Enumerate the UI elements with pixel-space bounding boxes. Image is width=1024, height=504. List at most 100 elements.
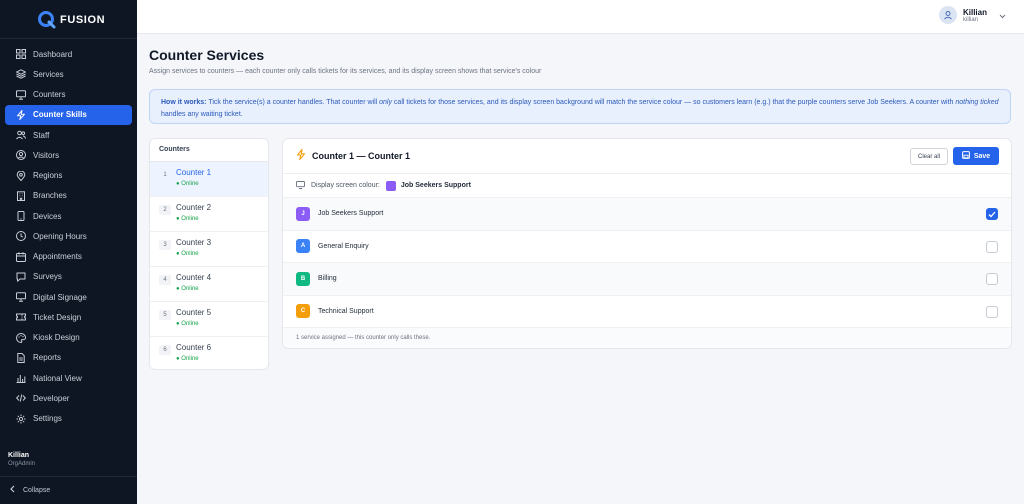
check-icon	[988, 211, 996, 217]
info-text: Tick the service(s) a counter handles. T…	[206, 99, 380, 106]
counter-list: 1 Counter 1 ● Online 2 Counter 2 ● Online…	[150, 162, 268, 369]
user-handle: killian	[962, 16, 978, 23]
counter-item[interactable]: 4 Counter 4 ● Online	[150, 267, 268, 302]
counter-status: ● Online	[176, 251, 199, 257]
sidebar-item-label: Visitors	[33, 150, 60, 160]
counter-item[interactable]: 1 Counter 1 ● Online	[150, 162, 268, 197]
info-emphasis: only	[379, 99, 392, 106]
services-panel: Counter 1 — Counter 1 Clear all Save Dis…	[282, 138, 1012, 349]
tablet-icon	[16, 211, 26, 222]
info-emphasis: nothing ticked	[955, 99, 999, 106]
chat-icon	[16, 272, 26, 282]
clear-all-button[interactable]: Clear all	[910, 148, 948, 165]
sidebar-item-label: Opening Hours	[33, 231, 87, 241]
sidebar-item-opening-hours[interactable]: Opening Hours	[5, 226, 132, 246]
service-name: Billing	[318, 275, 337, 283]
sidebar-item-label: National View	[33, 373, 82, 383]
sidebar-item-reports[interactable]: Reports	[5, 348, 132, 368]
sidebar-item-label: Services	[33, 69, 64, 79]
sidebar-item-devices[interactable]: Devices	[5, 206, 132, 226]
app-root: FUSION Dashboard Services Counters Counter …	[0, 0, 1024, 504]
sidebar-user-role: OrgAdmin	[8, 461, 36, 467]
collapse-button[interactable]: Collapse	[9, 485, 50, 495]
save-button[interactable]: Save	[953, 147, 999, 165]
sidebar-item-counters[interactable]: Counters	[5, 85, 132, 105]
sidebar-item-appointments[interactable]: Appointments	[5, 247, 132, 267]
service-checkbox[interactable]	[986, 305, 998, 318]
sidebar-nav: Dashboard Services Counters Counter Skills S…	[0, 44, 137, 429]
sidebar-item-label: Reports	[33, 353, 62, 363]
counter-status: ● Online	[176, 181, 199, 187]
avatar	[938, 6, 957, 24]
assignment-summary: 1 service assigned — this counter only c…	[283, 328, 1011, 348]
service-list: J Job Seekers Support A General Enquiry …	[283, 198, 1011, 328]
service-row[interactable]: C Technical Support	[283, 296, 1011, 328]
sidebar-item-surveys[interactable]: Surveys	[5, 267, 132, 287]
info-text: call tickets for those services, and its…	[391, 99, 956, 106]
counter-item[interactable]: 6 Counter 6 ● Online	[150, 337, 268, 369]
counter-status: ● Online	[176, 286, 199, 292]
sidebar-item-label: Counters	[33, 90, 66, 100]
counter-item[interactable]: 5 Counter 5 ● Online	[150, 302, 268, 337]
service-checkbox[interactable]	[986, 208, 998, 220]
sidebar-item-regions[interactable]: Regions	[5, 166, 132, 186]
brand-name: FUSION	[60, 14, 106, 26]
sidebar-item-settings[interactable]: Settings	[5, 409, 132, 429]
counter-number: 1	[163, 172, 167, 178]
sidebar-item-national-view[interactable]: National View	[5, 368, 132, 388]
service-name: Job Seekers Support	[318, 210, 384, 218]
logo[interactable]: FUSION	[37, 9, 105, 31]
grid-icon	[16, 49, 26, 60]
sidebar-item-label: Dashboard	[33, 49, 73, 59]
sidebar-item-staff[interactable]: Staff	[5, 125, 132, 145]
service-checkbox[interactable]	[986, 240, 998, 253]
monitor-icon	[16, 292, 26, 302]
services-header: Counter 1 — Counter 1 Clear all Save	[283, 139, 1011, 174]
info-banner: How it works: Tick the service(s) a coun…	[149, 89, 1011, 124]
sidebar-item-label: Branches	[33, 191, 67, 201]
sidebar-item-digital-signage[interactable]: Digital Signage	[5, 287, 132, 307]
clock-icon	[16, 231, 26, 242]
sidebar-user: Killian OrgAdmin	[8, 452, 35, 467]
sidebar-item-label: Developer	[33, 393, 70, 403]
sidebar-item-label: Counter Skills	[33, 110, 87, 120]
topbar: Killian killian	[137, 0, 1024, 34]
counter-number: 4	[159, 275, 171, 285]
service-name: General Enquiry	[318, 242, 369, 250]
service-row[interactable]: B Billing	[283, 263, 1011, 296]
sidebar-item-label: Ticket Design	[33, 312, 82, 322]
counter-name: Counter 6	[176, 343, 212, 352]
sidebar-divider	[0, 476, 137, 477]
sidebar-item-branches[interactable]: Branches	[5, 186, 132, 206]
service-row[interactable]: J Job Seekers Support	[283, 198, 1011, 231]
service-checkbox[interactable]	[986, 273, 998, 285]
palette-icon	[16, 332, 26, 343]
bar-chart-icon	[16, 373, 26, 384]
ticket-icon	[16, 312, 26, 322]
page-title: Counter Services	[149, 47, 265, 63]
service-row[interactable]: A General Enquiry	[283, 231, 1011, 263]
save-icon	[961, 151, 970, 161]
sidebar: FUSION Dashboard Services Counters Counter …	[0, 0, 137, 504]
counter-item[interactable]: 3 Counter 3 ● Online	[150, 232, 268, 267]
gear-icon	[16, 414, 26, 424]
code-icon	[16, 393, 26, 403]
service-name: Technical Support	[318, 307, 374, 315]
collapse-label: Collapse	[23, 486, 51, 494]
service-badge: J	[296, 206, 310, 221]
user-menu[interactable]: Killian killian	[938, 6, 1006, 24]
display-colour-row: Display screen colour: Job Seekers Suppo…	[283, 174, 1011, 198]
sidebar-item-ticket-design[interactable]: Ticket Design	[5, 307, 132, 327]
counter-number: 5	[159, 310, 171, 320]
monitor-icon	[296, 180, 305, 191]
sidebar-item-services[interactable]: Services	[5, 64, 132, 84]
counter-name: Counter 5	[176, 308, 212, 317]
counter-detail-title: Counter 1 — Counter 1	[312, 151, 411, 161]
counter-item[interactable]: 2 Counter 2 ● Online	[150, 197, 268, 232]
sidebar-item-dashboard[interactable]: Dashboard	[5, 44, 132, 64]
sidebar-item-counter-skills[interactable]: Counter Skills	[5, 104, 132, 125]
sidebar-item-kiosk-design[interactable]: Kiosk Design	[5, 328, 132, 348]
sidebar-item-developer[interactable]: Developer	[5, 388, 132, 408]
sidebar-item-visitors[interactable]: Visitors	[5, 145, 132, 165]
file-icon	[16, 352, 26, 363]
